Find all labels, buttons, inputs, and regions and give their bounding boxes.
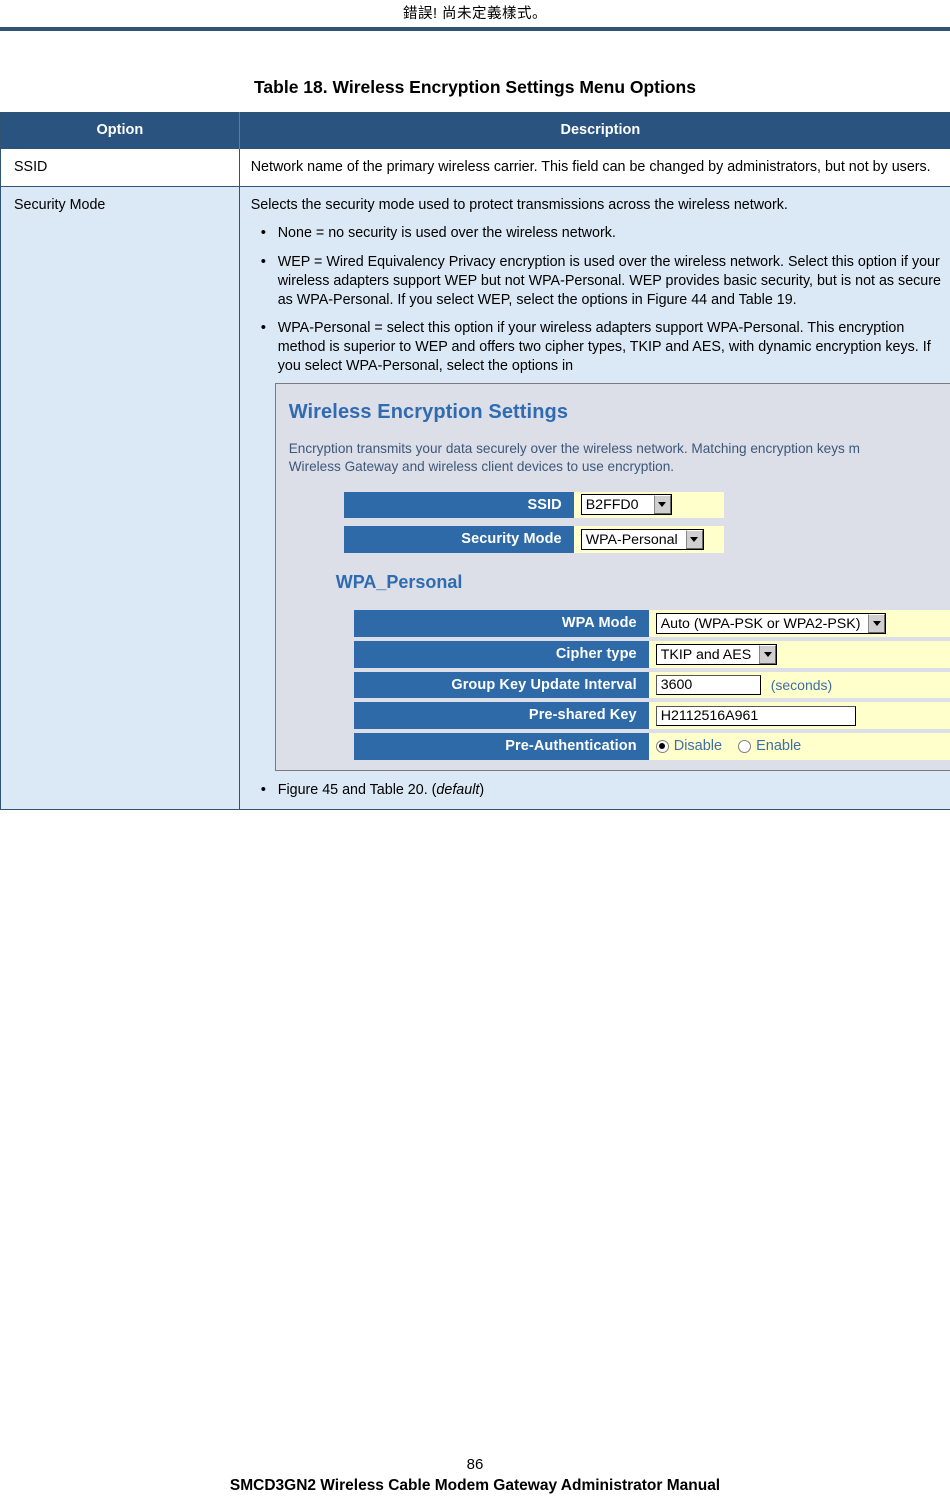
running-header: 錯誤! 尚未定義樣式。 [402,6,548,22]
pre-authentication-radio-disable[interactable]: Disable [655,737,723,756]
chevron-down-icon [685,530,703,550]
screenshot-wpa-fields: WPA Mode Auto (WPA-PSK or WPA2-PSK) Ciph… [276,610,950,760]
table-header-row: Option Description [0,112,950,149]
table-row: Security Mode Selects the security mode … [0,185,950,810]
document-title: SMCD3GN2 Wireless Cable Modem Gateway Ad… [229,1477,721,1494]
list-item: Figure 45 and Table 20. (default) [261,780,950,800]
wpa-mode-select[interactable]: Auto (WPA-PSK or WPA2-PSK) [655,613,887,635]
cell-description-security-mode: Selects the security mode used to protec… [238,185,950,810]
field-value-cipher-type: TKIP and AES [648,641,950,668]
field-row-cipher-type: Cipher type TKIP and AES [276,641,950,668]
header-rule [0,27,950,31]
ssid-select-value: B2FFD0 [585,497,639,514]
security-mode-final-bullet-list: Figure 45 and Table 20. (default) [251,780,950,800]
screenshot-top-fields: SSID B2FFD0 [276,491,950,519]
field-value-pre-authentication: Disable Enable [648,733,950,760]
field-row-ssid: SSID B2FFD0 [276,491,950,519]
pre-authentication-radio-group: Disable Enable [655,737,801,756]
field-row-pre-authentication: Pre-Authentication Disable Enable [276,733,950,760]
radio-label-enable: Enable [756,737,802,754]
field-label-pre-shared-key: Pre-shared Key [353,702,649,730]
page-footer: 86 SMCD3GN2 Wireless Cable Modem Gateway… [0,1456,950,1495]
document-page: 錯誤! 尚未定義樣式。 Table 18. Wireless Encryptio… [0,0,950,1503]
list-item: WPA-Personal = select this option if you… [261,318,950,375]
field-value-pre-shared-key: H2112516A961 [648,702,950,730]
radio-unselected-icon [738,739,752,753]
field-label-security-mode: Security Mode [343,526,574,553]
security-mode-select-value: WPA-Personal [585,531,678,548]
options-table-wrapper: Option Description SSID Network name of … [0,112,950,810]
final-bullet-suffix: ) [479,781,485,798]
cell-description-ssid: Network name of the primary wireless car… [238,148,950,187]
list-item: None = no security is used over the wire… [261,223,950,243]
field-label-ssid: SSID [343,491,574,519]
options-table: Option Description SSID Network name of … [0,112,950,810]
field-row-security-mode: Security Mode WPA-Personal [276,526,950,553]
table-row: SSID Network name of the primary wireles… [0,148,950,187]
screenshot-title: Wireless Encryption Settings [288,401,569,424]
field-value-wpa-mode: Auto (WPA-PSK or WPA2-PSK) [648,610,950,638]
column-header-option: Option [0,112,240,149]
column-header-description: Description [239,112,950,149]
cell-option-ssid: SSID [0,148,240,187]
radio-label-disable: Disable [673,737,723,754]
embedded-router-screenshot: Wireless Encryption Settings Encryption … [274,383,950,771]
field-row-wpa-mode: WPA Mode Auto (WPA-PSK or WPA2-PSK) [276,610,950,638]
chevron-down-icon [759,644,777,664]
field-value-ssid: B2FFD0 [573,491,724,519]
chevron-down-icon [868,614,886,634]
group-key-update-interval-input[interactable]: 3600 [655,675,761,696]
list-item: WEP = Wired Equivalency Privacy encrypti… [261,252,950,309]
screenshot-intro-line-1: Encryption transmits your data securely … [288,440,860,456]
wpa-mode-select-value: Auto (WPA-PSK or WPA2-PSK) [660,615,861,632]
field-label-wpa-mode: WPA Mode [353,610,649,638]
ssid-select[interactable]: B2FFD0 [580,494,672,516]
pre-shared-key-input[interactable]: H2112516A961 [655,705,856,726]
final-bullet-italic: default [436,781,480,798]
cipher-type-select[interactable]: TKIP and AES [655,643,778,665]
security-mode-select[interactable]: WPA-Personal [580,529,704,551]
page-number: 86 [466,1456,484,1473]
chevron-down-icon [653,495,671,515]
cipher-type-select-value: TKIP and AES [660,646,752,663]
pre-authentication-radio-enable[interactable]: Enable [738,737,801,756]
table-caption: Table 18. Wireless Encryption Settings M… [254,77,696,97]
group-key-update-interval-units: (seconds) [770,676,833,693]
field-value-security-mode: WPA-Personal [573,526,724,553]
radio-selected-icon [655,739,669,753]
screenshot-security-mode-field: Security Mode WPA-Personal [276,526,950,553]
screenshot-section-title: WPA_Personal [335,571,463,592]
field-value-group-key-update-interval: 3600 (seconds) [648,671,950,699]
security-mode-lead-text: Selects the security mode used to protec… [250,196,788,213]
field-label-pre-authentication: Pre-Authentication [353,733,649,760]
field-row-pre-shared-key: Pre-shared Key H2112516A961 [276,702,950,730]
final-bullet-prefix: Figure 45 and Table 20. ( [277,781,437,798]
field-row-group-key-update-interval: Group Key Update Interval 3600 (seconds) [276,671,950,699]
screenshot-intro-line-2: Wireless Gateway and wireless client dev… [288,458,675,474]
cell-option-security-mode: Security Mode [0,185,240,810]
security-mode-bullet-list: None = no security is used over the wire… [251,223,950,375]
field-label-group-key-update-interval: Group Key Update Interval [353,671,649,699]
field-label-cipher-type: Cipher type [353,641,649,668]
